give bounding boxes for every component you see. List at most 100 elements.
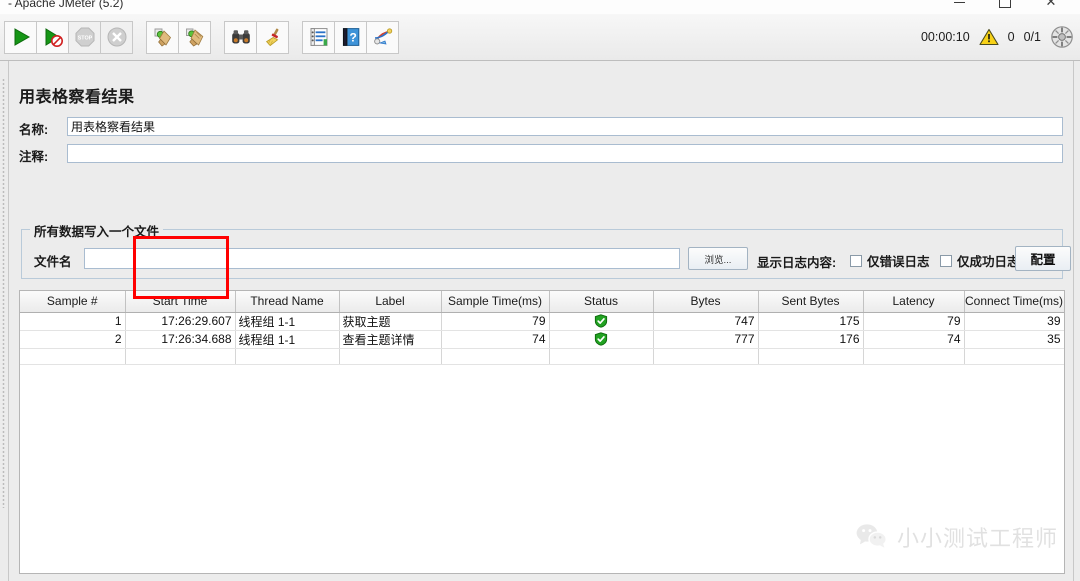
window-titlebar: - Apache JMeter (5.2) ✕ xyxy=(0,0,1080,14)
checkbox-box-successes[interactable] xyxy=(940,254,952,267)
success-shield-icon xyxy=(594,332,608,347)
shutdown-x-icon xyxy=(107,27,126,47)
column-header-sample-time[interactable]: Sample Time(ms) xyxy=(441,291,550,313)
clear-button[interactable] xyxy=(146,20,179,54)
svg-text:STOP: STOP xyxy=(77,35,92,41)
cell-start-time: 17:26:34.688 xyxy=(125,330,236,349)
cell-empty xyxy=(441,348,550,365)
page-title: 用表格察看结果 xyxy=(19,89,135,106)
column-header-bytes[interactable]: Bytes xyxy=(653,291,759,313)
name-row: 名称: 用表格察看结果 xyxy=(19,117,1063,137)
cell-bytes: 747 xyxy=(653,312,759,331)
success-shield-icon xyxy=(594,314,608,329)
cell-empty xyxy=(549,348,654,365)
play-green-icon xyxy=(14,28,30,46)
close-button[interactable]: ✕ xyxy=(1028,0,1074,12)
window-title: - Apache JMeter (5.2) xyxy=(8,0,124,10)
name-input[interactable]: 用表格察看结果 xyxy=(67,117,1063,136)
column-header-status[interactable]: Status xyxy=(549,291,654,313)
column-header-label[interactable]: Label xyxy=(339,291,442,313)
cell-connect-time: 35 xyxy=(964,330,1064,349)
cell-empty xyxy=(758,348,864,365)
column-header-sent-bytes[interactable]: Sent Bytes xyxy=(758,291,864,313)
cell-sample-time: 74 xyxy=(441,330,550,349)
help-book-icon: ? xyxy=(342,28,359,46)
toolbar-group-run: STOP xyxy=(4,20,133,54)
column-header-sample-number[interactable]: Sample # xyxy=(20,291,126,313)
cell-status xyxy=(549,330,654,349)
checkbox-box-errors[interactable] xyxy=(850,254,862,267)
start-button[interactable] xyxy=(4,20,37,54)
remote-engines-icon[interactable] xyxy=(1050,25,1074,49)
table-row[interactable]: 2 17:26:34.688 线程组 1-1 查看主题详情 74 777 176… xyxy=(20,330,1064,349)
name-label: 名称: xyxy=(19,123,49,137)
close-icon: ✕ xyxy=(1045,0,1057,10)
function-helper-button[interactable] xyxy=(302,20,335,54)
cell-thread-name: 线程组 1-1 xyxy=(235,330,340,349)
filename-label: 文件名 xyxy=(34,255,72,269)
cell-sample-number: 1 xyxy=(20,312,126,331)
play-no-timers-icon xyxy=(45,28,63,47)
cell-status xyxy=(549,312,654,331)
warning-count: 0 xyxy=(1007,30,1015,44)
cell-empty xyxy=(235,348,340,365)
reset-search-button[interactable] xyxy=(256,20,289,54)
filename-input[interactable] xyxy=(84,248,680,269)
minimize-button[interactable] xyxy=(936,0,982,12)
cell-empty xyxy=(964,348,1064,365)
column-header-latency[interactable]: Latency xyxy=(863,291,965,313)
write-results-to-file-group: 所有数据写入一个文件 文件名 浏览... 显示日志内容: 仅错误日志 仅成功日志… xyxy=(21,221,1071,279)
shutdown-button[interactable] xyxy=(100,20,133,54)
list-properties-icon xyxy=(310,28,327,46)
watermark-text: 小小测试工程师 xyxy=(896,526,1058,551)
window-controls: ✕ xyxy=(936,0,1074,12)
maximize-button[interactable] xyxy=(982,0,1028,12)
help-button[interactable]: ? xyxy=(334,20,367,54)
cell-label: 获取主题 xyxy=(339,312,442,331)
file-group-title: 所有数据写入一个文件 xyxy=(30,221,164,240)
search-button[interactable] xyxy=(224,20,257,54)
browse-button[interactable]: 浏览... xyxy=(688,247,748,270)
comment-row: 注释: xyxy=(19,144,1063,164)
table-row[interactable]: 1 17:26:29.607 线程组 1-1 获取主题 79 747 175 7… xyxy=(20,312,1064,331)
clear-all-button[interactable] xyxy=(178,20,211,54)
successes-only-checkbox[interactable]: 仅成功日志 xyxy=(940,251,1020,270)
toolbar-group-search xyxy=(224,20,289,54)
column-header-connect-time[interactable]: Connect Time(ms) xyxy=(964,291,1064,313)
cell-empty xyxy=(339,348,442,365)
jmeter-window: - Apache JMeter (5.2) ✕ STOP ? 00:00:10 … xyxy=(0,0,1080,581)
toolbar-group-help: ? xyxy=(302,20,399,54)
cell-start-time: 17:26:29.607 xyxy=(125,312,236,331)
column-header-start-time[interactable]: Start Time xyxy=(125,291,236,313)
successes-only-label: 仅成功日志 xyxy=(957,255,1020,269)
comment-label: 注释: xyxy=(19,150,49,164)
configure-button[interactable]: 配置 xyxy=(1015,246,1071,271)
clear-broom-icon xyxy=(154,28,171,47)
svg-text:?: ? xyxy=(349,30,356,44)
comment-input[interactable] xyxy=(67,144,1063,163)
elapsed-time: 00:00:10 xyxy=(920,30,970,44)
results-table: Sample # Start Time Thread Name Label Sa… xyxy=(20,291,1064,365)
stop-button[interactable]: STOP xyxy=(68,20,101,54)
errors-only-label: 仅错误日志 xyxy=(867,255,930,269)
start-no-timers-button[interactable] xyxy=(36,20,69,54)
split-pane-grip-dots xyxy=(2,78,5,508)
cell-connect-time: 39 xyxy=(964,312,1064,331)
cell-sample-time: 79 xyxy=(441,312,550,331)
errors-only-checkbox[interactable]: 仅错误日志 xyxy=(850,251,930,270)
cell-sent-bytes: 175 xyxy=(758,312,864,331)
toolbar-status-area: 00:00:10 0 0/1 xyxy=(921,14,1074,60)
cell-label: 查看主题详情 xyxy=(339,330,442,349)
scrollbar-track-right[interactable] xyxy=(1073,61,1080,581)
maximize-icon xyxy=(999,0,1011,8)
binoculars-icon xyxy=(231,30,250,44)
templates-button[interactable] xyxy=(366,20,399,54)
cell-bytes: 777 xyxy=(653,330,759,349)
cell-sample-number: 2 xyxy=(20,330,126,349)
column-header-thread-name[interactable]: Thread Name xyxy=(235,291,340,313)
minimize-icon xyxy=(953,1,965,3)
cell-thread-name: 线程组 1-1 xyxy=(235,312,340,331)
cell-empty xyxy=(20,348,126,365)
warning-triangle-icon[interactable] xyxy=(979,28,999,46)
stop-sign-icon: STOP xyxy=(75,27,94,47)
